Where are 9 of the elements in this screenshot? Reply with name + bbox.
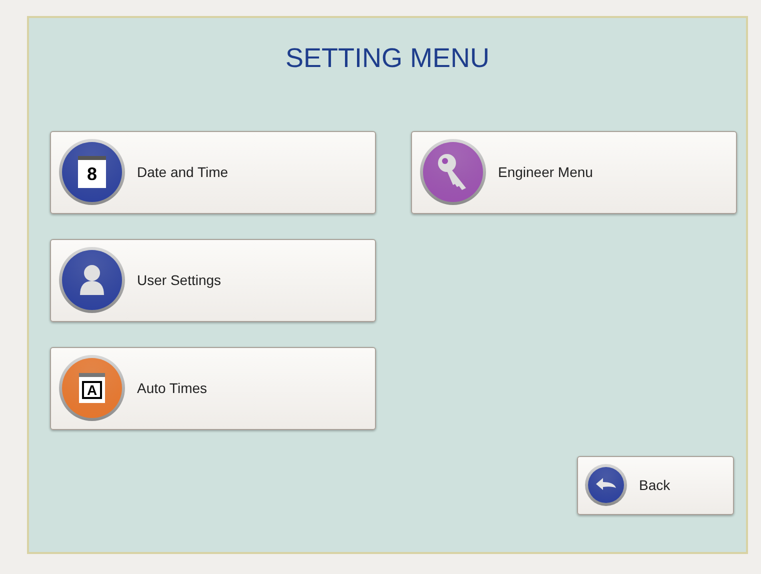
menu-title: SETTING MENU	[285, 42, 490, 75]
calendar-icon: 8	[59, 139, 125, 205]
notepad-icon: A	[59, 355, 125, 421]
menu-button[interactable]: A Auto Times	[50, 346, 376, 430]
menu-button[interactable]: 8 Date and Time	[50, 130, 376, 214]
back-arrow-icon	[585, 464, 627, 506]
menu-button[interactable]: User Settings	[50, 238, 376, 322]
menu-button[interactable]: Back	[577, 456, 734, 514]
menu-button[interactable]: Engineer Menu	[411, 130, 737, 214]
